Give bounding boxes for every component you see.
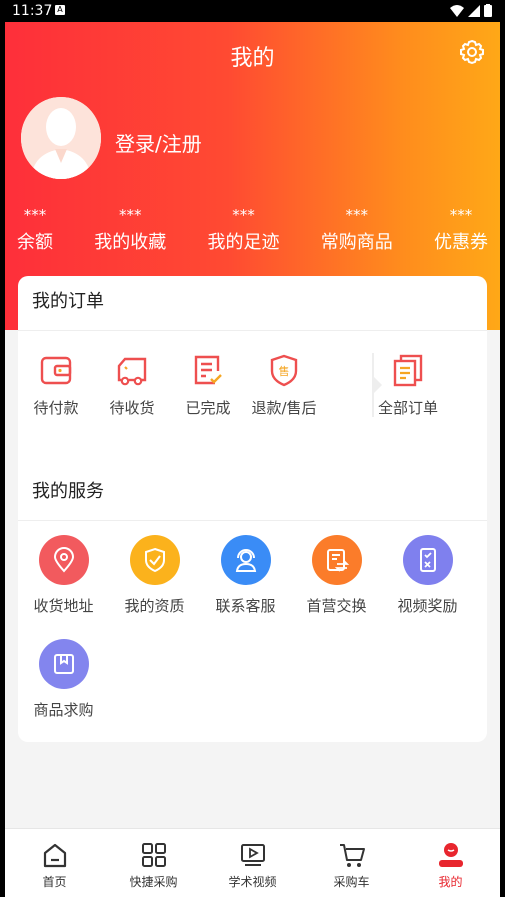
tab-home[interactable]: 首页 [5, 829, 104, 897]
stat-label: 我的收藏 [94, 232, 167, 253]
stat-footprints[interactable]: *** 我的足迹 [208, 206, 280, 254]
service-label: 视频奖励 [397, 597, 458, 615]
service-label: 收货地址 [33, 597, 94, 615]
service-contact-support[interactable]: 联系客服 [200, 531, 291, 635]
wifi-icon [450, 4, 464, 17]
tab-profile[interactable]: 我的 [401, 829, 500, 897]
stat-label: 我的足迹 [207, 232, 280, 253]
my-services-card: 我的服务 收货地址 我的资质 联系客服 首营交换 视频奖励 商品求购 [18, 466, 487, 742]
location-icon [38, 535, 89, 585]
stat-value: *** [345, 206, 369, 224]
stat-label: 常购商品 [320, 232, 393, 253]
stat-favorites[interactable]: *** 我的收藏 [94, 206, 166, 254]
status-bar: 11:37 A [5, 0, 500, 22]
chevron-divider-icon [372, 353, 382, 417]
status-indicators [450, 4, 492, 17]
order-pending-payment[interactable]: 待付款 [18, 331, 94, 451]
services-title: 我的服务 [18, 466, 487, 521]
tab-quick-purchase[interactable]: 快捷采购 [104, 829, 203, 897]
page-title: 我的 [230, 46, 275, 71]
stat-label: 优惠券 [434, 232, 488, 253]
service-label: 商品求购 [33, 701, 94, 719]
order-label: 已完成 [185, 399, 231, 417]
service-label: 首营交换 [306, 597, 367, 615]
settings-gear-icon[interactable] [458, 38, 486, 66]
status-time: 11:37 [12, 3, 53, 19]
tab-cart[interactable]: 采购车 [302, 829, 401, 897]
tab-label: 学术视频 [228, 875, 277, 889]
truck-icon [117, 357, 147, 386]
stat-frequent-products[interactable]: *** 常购商品 [321, 206, 393, 254]
services-grid: 收货地址 我的资质 联系客服 首营交换 视频奖励 商品求购 [18, 521, 487, 739]
order-completed[interactable]: 已完成 [170, 331, 246, 451]
order-pending-receipt[interactable]: 待收货 [94, 331, 170, 451]
stats-row: *** 余额 *** 我的收藏 *** 我的足迹 *** 常购商品 *** 优惠… [5, 206, 500, 254]
home-icon [43, 843, 66, 868]
order-label: 全部订单 [377, 399, 438, 417]
login-register-link[interactable]: 登录/注册 [115, 128, 202, 157]
order-label: 待付款 [33, 399, 79, 417]
battery-icon [484, 4, 492, 17]
tab-label: 快捷采购 [129, 875, 178, 889]
orders-row: 待付款 待收货 已完成 售 退款/售后 全部订单 [18, 331, 487, 451]
stat-value: *** [232, 206, 255, 224]
shield-check-icon [129, 535, 180, 585]
all-orders-icon [393, 354, 423, 387]
tab-label: 首页 [42, 875, 67, 889]
order-label: 待收货 [109, 399, 155, 417]
avatar[interactable] [21, 97, 101, 179]
order-label: 退款/售后 [251, 399, 317, 417]
product-request-icon [38, 639, 89, 689]
service-my-qualifications[interactable]: 我的资质 [109, 531, 200, 635]
stat-balance[interactable]: *** 余额 [17, 206, 53, 254]
cart-icon [339, 844, 365, 867]
stat-label: 余额 [17, 232, 53, 253]
screen: 11:37 A 我的 登录/注册 *** 余额 *** 我的收藏 *** 我的足… [5, 0, 500, 897]
after-sale-shield-icon: 售 [270, 354, 298, 387]
video-icon [240, 844, 265, 866]
notification-icon: A [55, 5, 65, 15]
order-refund-after-sale[interactable]: 售 退款/售后 [246, 331, 322, 451]
video-reward-icon [402, 535, 453, 585]
signal-icon [468, 4, 480, 17]
service-label: 我的资质 [124, 597, 185, 615]
stat-value: *** [449, 206, 473, 224]
service-first-exchange[interactable]: 首营交换 [291, 531, 382, 635]
customer-service-icon [220, 535, 271, 585]
screen-edge [500, 0, 505, 897]
quick-purchase-icon [141, 843, 166, 867]
default-avatar-icon [21, 97, 101, 179]
orders-title: 我的订单 [18, 276, 487, 331]
stat-coupons[interactable]: *** 优惠券 [434, 206, 488, 254]
wallet-icon [40, 356, 72, 385]
tab-academic-video[interactable]: 学术视频 [203, 829, 302, 897]
stat-value: *** [23, 206, 47, 224]
completed-doc-icon [194, 355, 222, 385]
stat-value: *** [119, 206, 142, 224]
svg-text:售: 售 [279, 364, 290, 378]
service-product-request[interactable]: 商品求购 [18, 635, 109, 739]
exchange-doc-icon [311, 535, 362, 585]
tab-label: 采购车 [333, 875, 370, 889]
service-shipping-address[interactable]: 收货地址 [18, 531, 109, 635]
tab-label: 我的 [438, 875, 463, 889]
service-video-reward[interactable]: 视频奖励 [382, 531, 473, 635]
profile-icon [438, 843, 463, 867]
service-label: 联系客服 [215, 597, 276, 615]
bottom-tab-bar: 首页 快捷采购 学术视频 采购车 我的 [5, 828, 500, 897]
